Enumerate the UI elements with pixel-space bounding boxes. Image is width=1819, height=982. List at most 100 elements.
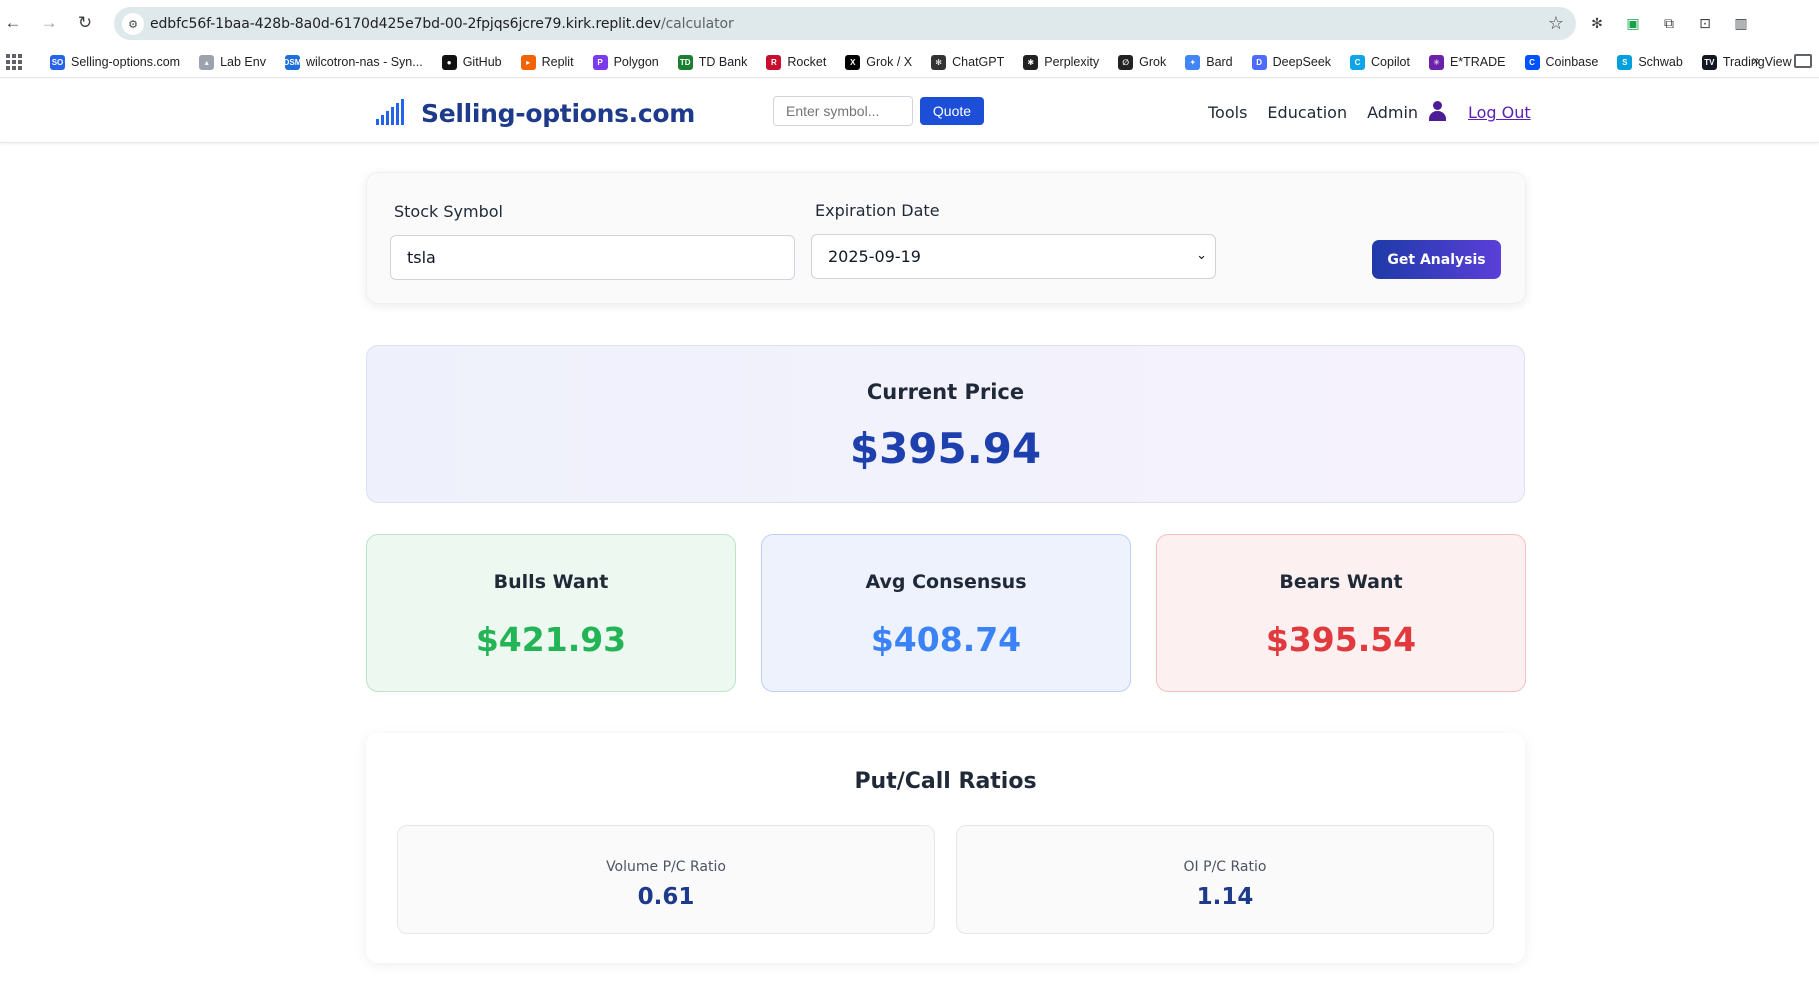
expiration-date-select[interactable]: 2025-09-19 ⌄	[811, 234, 1216, 279]
logo-bars-icon[interactable]	[376, 99, 404, 125]
bookmark-item[interactable]: D DeepSeek	[1251, 53, 1332, 71]
bulls-want-label: Bulls Want	[493, 571, 609, 593]
put-call-ratios-card: Put/Call Ratios Volume P/C Ratio 0.61 OI…	[366, 733, 1525, 963]
bookmark-label: E*TRADE	[1449, 55, 1506, 69]
folder-icon[interactable]	[1794, 54, 1812, 68]
forward-arrow-icon[interactable]: →	[38, 12, 60, 34]
schwab-icon: S	[1617, 54, 1633, 70]
site-header: Selling-options.com Quote Tools Educatio…	[0, 79, 1819, 143]
copilot-icon: C	[1350, 54, 1366, 70]
bookmark-item[interactable]: SO Selling-options.com	[50, 53, 180, 71]
rocket-icon: R	[766, 54, 782, 70]
search-tab-icon[interactable]: ⊡	[1694, 12, 1716, 34]
bookmark-star-icon[interactable]: ☆	[1548, 13, 1564, 34]
bookmark-item[interactable]: X Grok / X	[845, 53, 912, 71]
bookmark-label: Copilot	[1371, 55, 1410, 69]
brand-logo-text[interactable]: Selling-options.com	[421, 99, 695, 128]
bulls-want-value: $421.93	[475, 620, 627, 659]
perplexity-icon: ✱	[1023, 54, 1039, 70]
apps-grid-icon[interactable]	[6, 54, 22, 70]
put-call-title: Put/Call Ratios	[854, 769, 1037, 794]
bears-want-value: $395.54	[1265, 620, 1417, 659]
get-analysis-button[interactable]: Get Analysis	[1372, 240, 1501, 279]
volume-pc-ratio-label: Volume P/C Ratio	[606, 859, 726, 875]
current-price-card: Current Price $395.94	[366, 345, 1525, 503]
bookmark-label: Rocket	[787, 55, 827, 69]
extensions-area: ✻ ▣ ⧉ ⊡ ▥	[1586, 12, 1752, 34]
bookmarks-bar: SO Selling-options.com ▴ Lab Env DSM wilcotro…	[0, 46, 1819, 78]
coinbase-icon: C	[1524, 54, 1540, 70]
current-price-label: Current Price	[866, 380, 1025, 404]
bookmark-label: Lab Env	[220, 55, 266, 69]
oi-pc-ratio-box: OI P/C Ratio 1.14	[956, 825, 1494, 934]
grok-icon: ∅	[1118, 54, 1134, 70]
polygon-icon: P	[592, 54, 608, 70]
bookmark-label: TD Bank	[698, 55, 748, 69]
symbol-search-input[interactable]	[773, 96, 913, 126]
openai-extension-icon[interactable]: ✻	[1586, 12, 1608, 34]
stock-symbol-label: Stock Symbol	[394, 202, 503, 221]
bookmark-item[interactable]: ▸ Replit	[520, 53, 574, 71]
dsm-icon: DSM	[284, 54, 301, 70]
reload-icon[interactable]: ↻	[74, 12, 96, 34]
quote-button[interactable]: Quote	[920, 97, 984, 125]
puzzle-icon[interactable]: ⧉	[1658, 12, 1680, 34]
bookmark-item[interactable]: DSM wilcotron-nas - Syn...	[284, 53, 423, 71]
reading-mode-icon[interactable]: ▥	[1730, 12, 1752, 34]
avg-consensus-card: Avg Consensus $408.74	[761, 534, 1131, 692]
url-text[interactable]: edbfc56f-1baa-428b-8a0d-6170d425e7bd-00-…	[150, 16, 734, 32]
avg-consensus-label: Avg Consensus	[865, 571, 1027, 593]
volume-pc-ratio-value: 0.61	[637, 884, 695, 910]
bookmark-item[interactable]: ● GitHub	[441, 53, 502, 71]
bookmark-item[interactable]: P Polygon	[592, 53, 659, 71]
bookmark-label: Replit	[541, 55, 574, 69]
bookmark-item[interactable]: C Copilot	[1350, 53, 1410, 71]
nav-education[interactable]: Education	[1267, 103, 1347, 122]
avg-consensus-value: $408.74	[870, 620, 1022, 659]
url-path: /calculator	[660, 16, 734, 32]
bookmark-item[interactable]: TV TradingView	[1701, 53, 1792, 71]
green-extension-icon[interactable]: ▣	[1622, 12, 1644, 34]
oi-pc-ratio-value: 1.14	[1196, 884, 1254, 910]
bookmark-label: wilcotron-nas - Syn...	[305, 55, 423, 69]
back-arrow-icon[interactable]: ←	[2, 12, 24, 34]
td-icon: TD	[677, 54, 693, 70]
logout-link[interactable]: Log Out	[1468, 103, 1531, 122]
bookmark-item[interactable]: ▴ Lab Env	[199, 53, 266, 71]
chevron-down-icon: ⌄	[1196, 248, 1207, 263]
bookmark-label: Coinbase	[1545, 55, 1599, 69]
so-icon: SO	[50, 54, 65, 70]
bookmark-item[interactable]: TD TD Bank	[677, 53, 748, 71]
user-icon[interactable]	[1428, 101, 1446, 121]
bookmark-item[interactable]: ∅ Grok	[1118, 53, 1166, 71]
browser-toolbar: ← → ↻ ⚙ edbfc56f-1baa-428b-8a0d-6170d425…	[0, 0, 1819, 46]
bookmark-label: Grok / X	[866, 55, 913, 69]
bookmark-label: Grok	[1139, 55, 1167, 69]
expiration-date-value: 2025-09-19	[828, 247, 921, 266]
chart-icon: ▴	[199, 54, 215, 70]
more-bookmarks-icon[interactable]: »	[1752, 52, 1760, 69]
bookmark-item[interactable]: S Schwab	[1617, 53, 1683, 71]
bookmark-label: Perplexity	[1044, 55, 1100, 69]
address-bar[interactable]: ⚙ edbfc56f-1baa-428b-8a0d-6170d425e7bd-0…	[114, 7, 1576, 40]
url-host: edbfc56f-1baa-428b-8a0d-6170d425e7bd-00-…	[150, 16, 661, 32]
bulls-want-card: Bulls Want $421.93	[366, 534, 736, 692]
bookmark-label: DeepSeek	[1272, 55, 1332, 69]
site-info-icon[interactable]: ⚙	[122, 13, 144, 35]
bard-icon: ✦	[1185, 54, 1201, 70]
bookmark-item[interactable]: ✳ E*TRADE	[1428, 53, 1506, 71]
bookmarks-list: SO Selling-options.com ▴ Lab Env DSM wilcotro…	[50, 53, 1792, 71]
bookmark-item[interactable]: R Rocket	[766, 53, 826, 71]
etrade-icon: ✳	[1428, 54, 1444, 70]
nav-admin[interactable]: Admin	[1367, 103, 1418, 122]
volume-pc-ratio-box: Volume P/C Ratio 0.61	[397, 825, 935, 934]
bookmark-item[interactable]: ✦ Bard	[1185, 53, 1233, 71]
nav-tools[interactable]: Tools	[1208, 103, 1247, 122]
bookmark-item[interactable]: ✱ Perplexity	[1023, 53, 1099, 71]
stock-symbol-input[interactable]: tsla	[390, 235, 795, 280]
analysis-form: Stock Symbol tsla Expiration Date 2025-0…	[366, 172, 1526, 304]
bookmark-item[interactable]: C Coinbase	[1524, 53, 1599, 71]
bookmark-label: Polygon	[613, 55, 659, 69]
current-price-value: $395.94	[849, 424, 1042, 473]
bookmark-item[interactable]: ✻ ChatGPT	[931, 53, 1004, 71]
